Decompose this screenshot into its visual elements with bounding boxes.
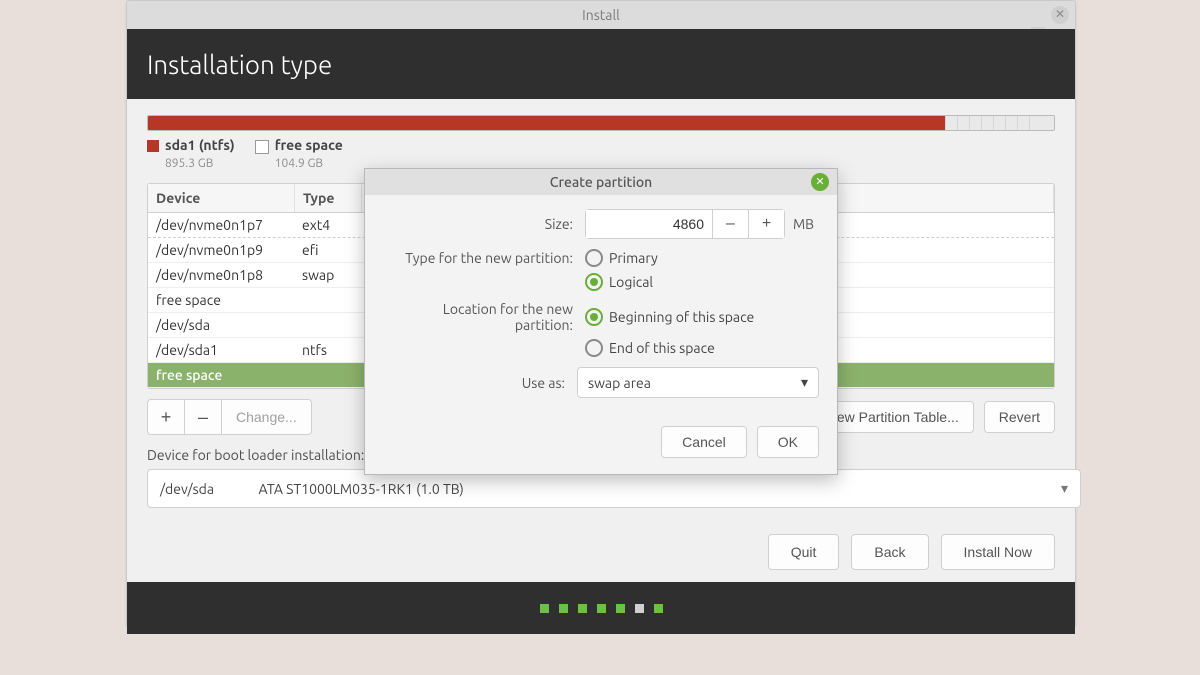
step-dot: [616, 604, 625, 613]
install-now-button[interactable]: Install Now: [941, 534, 1055, 570]
size-increment-button[interactable]: +: [748, 210, 784, 238]
step-dot: [635, 604, 644, 613]
progress-dots: [127, 582, 1075, 634]
minimize-icon[interactable]: —: [1031, 13, 1045, 17]
size-label: Size:: [383, 216, 585, 232]
add-partition-button[interactable]: +: [147, 399, 185, 435]
radio-icon: [585, 339, 603, 357]
step-dot: [654, 604, 663, 613]
step-dot: [597, 604, 606, 613]
dropdown-icon: ▾: [801, 374, 808, 391]
window-title: Install: [582, 7, 620, 23]
change-partition-button[interactable]: Change...: [221, 399, 312, 435]
radio-beginning[interactable]: Beginning of this space: [585, 308, 754, 326]
legend-label: sda1 (ntfs): [165, 137, 235, 153]
disk-usage-legend: sda1 (ntfs) 895.3 GB free space 104.9 GB: [147, 137, 1055, 171]
bootloader-select[interactable]: /dev/sda ATA ST1000LM035-1RK1 (1.0 TB) ▾: [147, 469, 1081, 508]
use-as-value: swap area: [588, 375, 651, 391]
use-as-label: Use as:: [383, 375, 577, 391]
size-decrement-button[interactable]: –: [712, 210, 748, 238]
footer-buttons: Quit Back Install Now: [147, 534, 1055, 570]
legend-item-sda1: sda1 (ntfs) 895.3 GB: [147, 137, 235, 171]
dropdown-icon: ▾: [1061, 480, 1068, 497]
page-header: Installation type: [127, 29, 1075, 99]
legend-swatch-icon: [147, 140, 159, 152]
step-dot: [559, 604, 568, 613]
legend-label: free space: [275, 137, 343, 153]
window-titlebar: Install — ✕: [127, 1, 1075, 29]
radio-primary[interactable]: Primary: [585, 249, 658, 267]
create-partition-dialog: Create partition ✕ Size: – + MB Type for…: [364, 168, 838, 475]
size-spinbox: – +: [585, 209, 785, 239]
radio-logical[interactable]: Logical: [585, 273, 653, 291]
type-label: Type for the new partition:: [383, 250, 585, 266]
size-input[interactable]: [586, 210, 712, 238]
th-device: Device: [148, 184, 295, 212]
dialog-titlebar: Create partition ✕: [365, 169, 837, 195]
dialog-close-icon[interactable]: ✕: [811, 173, 829, 191]
step-dot: [578, 604, 587, 613]
radio-label: Logical: [609, 274, 653, 290]
radio-icon: [585, 249, 603, 267]
page-title: Installation type: [147, 50, 332, 79]
legend-sub: 104.9 GB: [275, 157, 323, 170]
th-type: Type: [295, 184, 362, 212]
bootloader-description: ATA ST1000LM035-1RK1 (1.0 TB): [258, 481, 463, 497]
revert-button[interactable]: Revert: [984, 401, 1055, 433]
legend-item-free: free space 104.9 GB: [255, 137, 343, 171]
dialog-form: Size: – + MB Type for the new partition:…: [365, 195, 837, 422]
quit-button[interactable]: Quit: [768, 534, 840, 570]
bootloader-device: /dev/sda: [160, 481, 214, 497]
disk-usage-bar: [147, 115, 1055, 131]
location-label: Location for the new partition:: [383, 301, 585, 333]
radio-icon: [585, 273, 603, 291]
ok-button[interactable]: OK: [757, 426, 819, 458]
dialog-title: Create partition: [550, 174, 652, 190]
radio-label: End of this space: [609, 340, 715, 356]
back-button[interactable]: Back: [851, 534, 928, 570]
cancel-button[interactable]: Cancel: [661, 426, 747, 458]
step-dot: [540, 604, 549, 613]
remove-partition-button[interactable]: –: [184, 399, 222, 435]
use-as-select[interactable]: swap area ▾: [577, 367, 819, 398]
radio-label: Primary: [609, 250, 658, 266]
legend-sub: 895.3 GB: [165, 157, 213, 170]
dialog-actions: Cancel OK: [365, 422, 837, 474]
radio-end[interactable]: End of this space: [585, 339, 715, 357]
size-unit: MB: [793, 216, 814, 232]
close-icon[interactable]: ✕: [1051, 6, 1069, 24]
radio-label: Beginning of this space: [609, 309, 754, 325]
legend-swatch-icon: [255, 140, 269, 154]
radio-icon: [585, 308, 603, 326]
